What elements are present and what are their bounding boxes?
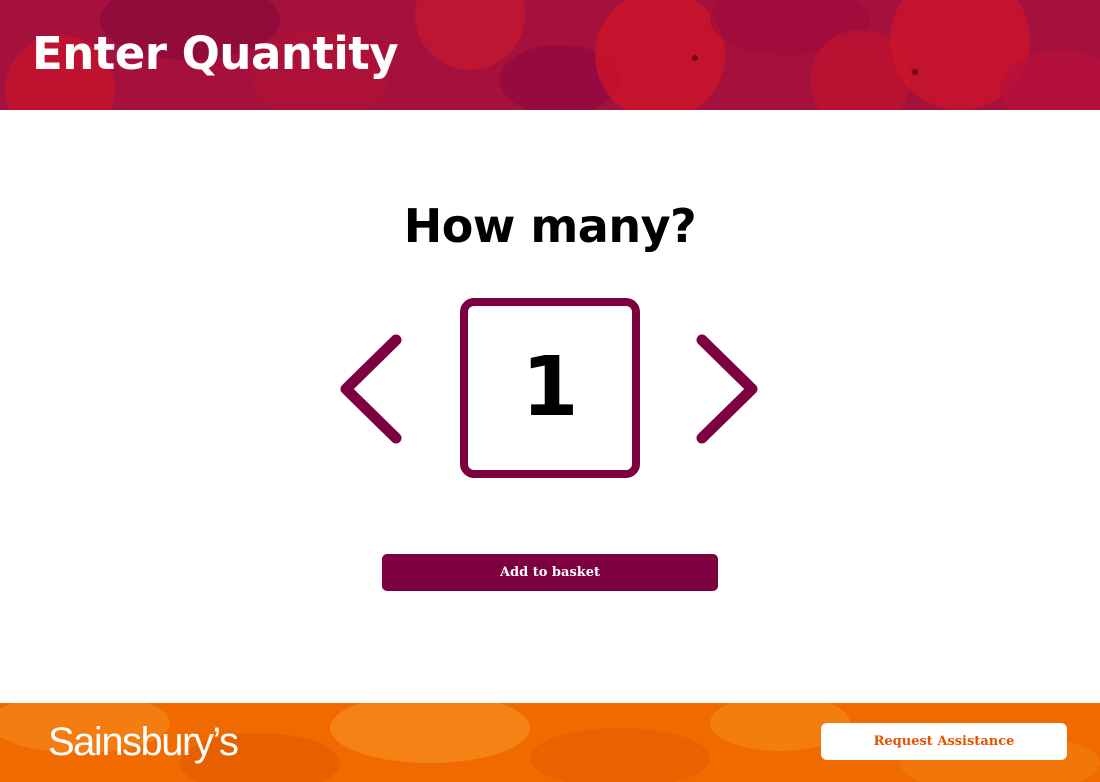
quantity-value: 1: [521, 340, 579, 435]
quantity-question: How many?: [403, 199, 697, 253]
chevron-left-icon: [340, 334, 402, 444]
page-title: Enter Quantity: [32, 27, 399, 80]
sainsburys-logo: Sainsbury’s: [48, 720, 239, 764]
page-header: Enter Quantity: [0, 0, 1100, 110]
decrease-quantity-button[interactable]: [338, 334, 402, 444]
increase-quantity-button[interactable]: [696, 334, 760, 444]
quantity-screen: Enter Quantity How many? 1 Add to basket: [0, 0, 1100, 782]
page-footer: Sainsbury’s Request Assistance: [0, 703, 1100, 782]
request-assistance-button[interactable]: Request Assistance: [821, 723, 1067, 760]
quantity-field[interactable]: 1: [460, 298, 640, 478]
add-to-basket-button[interactable]: Add to basket: [382, 554, 718, 591]
chevron-right-icon: [696, 334, 758, 444]
